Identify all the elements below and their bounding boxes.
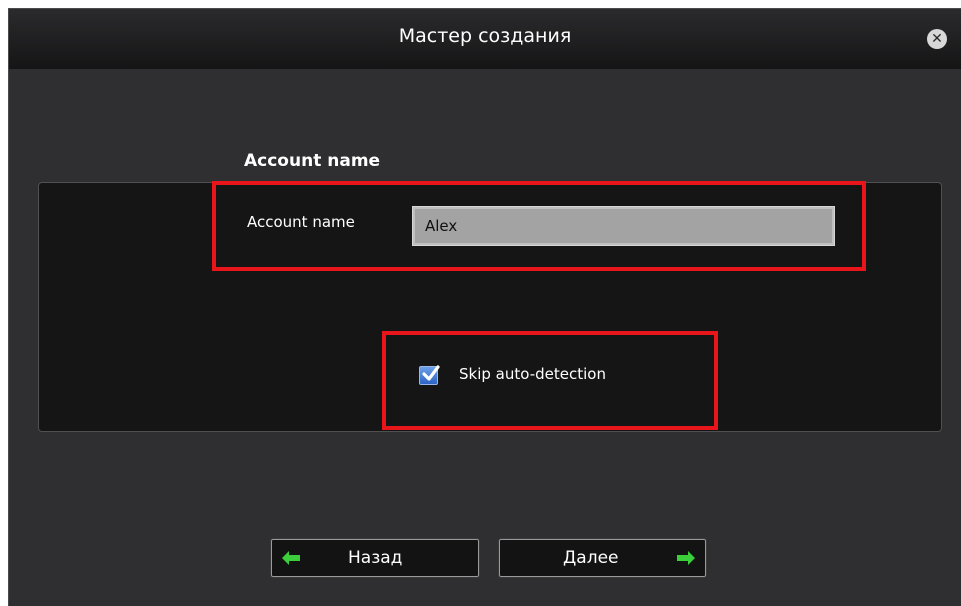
title-bar: Мастер создания ✕ xyxy=(9,9,961,69)
account-name-label: Account name xyxy=(247,213,355,231)
arrow-left-icon xyxy=(282,551,300,565)
back-button-label: Назад xyxy=(348,548,403,568)
skip-auto-detection-label[interactable]: Skip auto-detection xyxy=(459,365,606,383)
skip-auto-detection-checkbox[interactable] xyxy=(419,365,440,385)
close-icon[interactable]: ✕ xyxy=(927,29,947,49)
account-name-input[interactable] xyxy=(412,206,835,246)
next-button[interactable]: Далее xyxy=(498,538,707,578)
back-button[interactable]: Назад xyxy=(270,538,480,578)
next-button-label: Далее xyxy=(563,548,619,568)
arrow-right-icon xyxy=(677,551,695,565)
wizard-window: Мастер создания ✕ Account name Account n… xyxy=(8,8,961,606)
section-title: Account name xyxy=(244,151,381,171)
check-icon xyxy=(422,365,440,381)
window-title: Мастер создания xyxy=(398,25,572,47)
